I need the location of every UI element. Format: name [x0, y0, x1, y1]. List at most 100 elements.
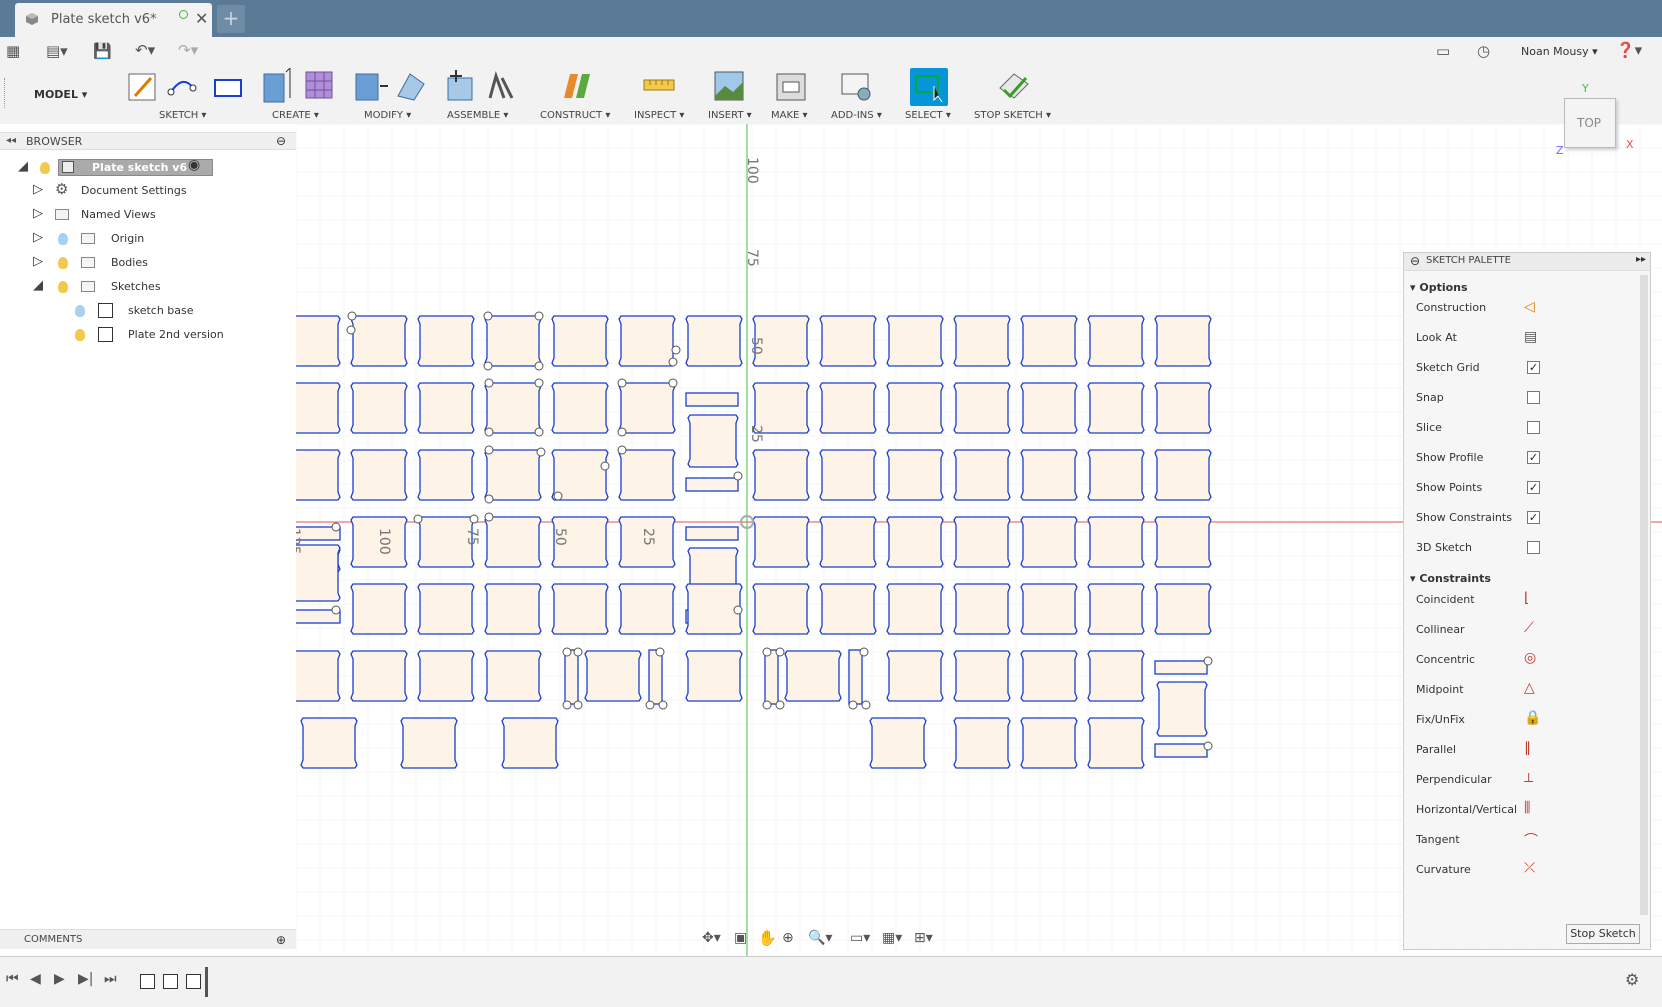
key-cutout-profile[interactable] — [484, 382, 542, 434]
palette-option-checkbox[interactable] — [1527, 421, 1540, 434]
constraint-horizontal-vertical-icon[interactable]: ⫼ — [1524, 800, 1530, 816]
key-cutout-profile[interactable] — [685, 315, 743, 367]
collapse-triangle-icon[interactable]: ◢ — [33, 278, 43, 293]
construction-icon[interactable]: ◁ — [1524, 299, 1535, 315]
key-cutout-profile[interactable] — [687, 414, 739, 468]
sketch-point[interactable] — [617, 378, 627, 388]
visibility-bulb-icon[interactable] — [75, 329, 85, 341]
key-cutout-profile[interactable] — [819, 449, 877, 501]
sketch-point[interactable] — [331, 522, 341, 532]
palette-option-checkbox[interactable]: ✓ — [1527, 511, 1540, 524]
browser-sketch-sketch-base[interactable]: sketch base — [75, 302, 275, 324]
sketch-point[interactable] — [573, 647, 583, 657]
constraint-curvature-icon[interactable]: ⤫ — [1524, 860, 1535, 876]
key-cutout-profile[interactable] — [400, 717, 458, 769]
browser-item-named-views[interactable]: ▷ Named Views — [33, 206, 233, 228]
sketch-point[interactable] — [1203, 656, 1213, 666]
key-cutout-profile[interactable] — [1020, 583, 1078, 635]
key-cutout-profile[interactable] — [752, 449, 810, 501]
palette-option-checkbox[interactable]: ✓ — [1527, 361, 1540, 374]
visibility-bulb-icon[interactable] — [58, 281, 68, 293]
sketch-menu[interactable]: SKETCH ▾ — [159, 110, 206, 121]
sketch-point[interactable] — [484, 445, 494, 455]
assemble-menu[interactable]: ASSEMBLE ▾ — [447, 110, 508, 121]
key-cutout-profile[interactable] — [1020, 516, 1078, 568]
browser-item-origin[interactable]: ▷ Origin — [33, 230, 233, 252]
key-cutout-profile[interactable] — [1020, 382, 1078, 434]
sketch-point[interactable] — [861, 700, 871, 710]
sketch-point[interactable] — [733, 605, 743, 615]
key-cutout-profile[interactable] — [886, 315, 944, 367]
browser-root-row[interactable]: ◢ Plate sketch v6 ◉ — [18, 157, 218, 181]
key-cutout-profile[interactable] — [1020, 650, 1078, 702]
key-cutout-profile[interactable] — [417, 449, 475, 501]
create-tools-icons[interactable] — [262, 68, 338, 106]
constraint-tangent-icon[interactable]: ⌒ — [1524, 830, 1538, 850]
key-cutout-profile[interactable] — [484, 583, 542, 635]
key-cutout-profile[interactable] — [618, 583, 676, 635]
select-menu[interactable]: SELECT ▾ — [905, 110, 951, 121]
sketch-point[interactable] — [573, 700, 583, 710]
key-cutout-profile[interactable] — [1154, 583, 1212, 635]
sketch-point[interactable] — [331, 605, 341, 615]
sketch-tools-icons[interactable] — [127, 70, 247, 106]
play-icon[interactable]: ▶ — [54, 971, 65, 987]
modify-tools-icons[interactable] — [354, 68, 430, 106]
sketch-point[interactable] — [534, 427, 544, 437]
browser-header[interactable]: ◂◂ BROWSER ⊖ — [0, 132, 296, 150]
visibility-bulb-icon[interactable] — [75, 305, 85, 317]
key-cutout-profile[interactable] — [886, 449, 944, 501]
stabilizer-cutout-profile[interactable] — [685, 392, 739, 407]
undo-icon[interactable]: ↶▾ — [135, 41, 155, 59]
palette-option-checkbox[interactable] — [1527, 541, 1540, 554]
timeline-sketch-icon[interactable] — [186, 974, 201, 989]
job-status-icon[interactable]: ◷ — [1477, 42, 1490, 60]
browser-item-sketches[interactable]: ◢ Sketches — [33, 278, 233, 300]
key-cutout-profile[interactable] — [484, 315, 542, 367]
sketch-point[interactable] — [762, 647, 772, 657]
insert-image-icon[interactable] — [713, 68, 747, 106]
sketch-point[interactable] — [534, 361, 544, 371]
key-cutout-profile[interactable] — [1087, 650, 1145, 702]
sketch-point[interactable] — [484, 378, 494, 388]
key-cutout-profile[interactable] — [1087, 516, 1145, 568]
key-cutout-profile[interactable] — [953, 516, 1011, 568]
sketch-point[interactable] — [733, 471, 743, 481]
key-cutout-profile[interactable] — [869, 717, 927, 769]
sketch-point[interactable] — [671, 345, 681, 355]
timeline-marker[interactable] — [205, 967, 208, 997]
save-icon[interactable]: 💾 — [93, 42, 112, 60]
palette-option-checkbox[interactable]: ✓ — [1527, 451, 1540, 464]
key-cutout-profile[interactable] — [819, 315, 877, 367]
key-cutout-profile[interactable] — [1154, 516, 1212, 568]
stabilizer-cutout-profile[interactable] — [564, 649, 579, 705]
sketch-point[interactable] — [483, 311, 493, 321]
key-cutout-profile[interactable] — [1087, 382, 1145, 434]
key-cutout-profile[interactable] — [886, 650, 944, 702]
sketch-point[interactable] — [859, 647, 869, 657]
sketch-point[interactable] — [346, 325, 356, 335]
sketch-point[interactable] — [553, 491, 563, 501]
sketch-point[interactable] — [617, 445, 627, 455]
inspect-measure-icon[interactable] — [642, 68, 678, 106]
constraint-collinear-icon[interactable]: ⟋ — [1524, 620, 1534, 636]
sketch-point[interactable] — [484, 512, 494, 522]
visibility-bulb-icon[interactable] — [40, 162, 50, 174]
key-cutout-profile[interactable] — [350, 382, 408, 434]
look-at-icon[interactable]: ▤ — [1524, 329, 1537, 345]
key-cutout-profile[interactable] — [618, 315, 676, 367]
key-cutout-profile[interactable] — [953, 449, 1011, 501]
comments-panel-header[interactable]: COMMENTS ⊕ — [0, 929, 296, 949]
step-forward-icon[interactable]: ▶| — [78, 971, 93, 987]
constraint-parallel-icon[interactable]: ∥ — [1524, 740, 1531, 756]
key-cutout-profile[interactable] — [300, 717, 358, 769]
sketch-point[interactable] — [562, 647, 572, 657]
constraint-concentric-icon[interactable]: ◎ — [1524, 650, 1536, 666]
key-cutout-profile[interactable] — [618, 449, 676, 501]
key-cutout-profile[interactable] — [551, 382, 609, 434]
key-cutout-profile[interactable] — [784, 650, 842, 702]
key-cutout-profile[interactable] — [1020, 449, 1078, 501]
key-cutout-profile[interactable] — [819, 382, 877, 434]
construct-icon[interactable] — [560, 68, 596, 106]
key-cutout-profile[interactable] — [819, 516, 877, 568]
